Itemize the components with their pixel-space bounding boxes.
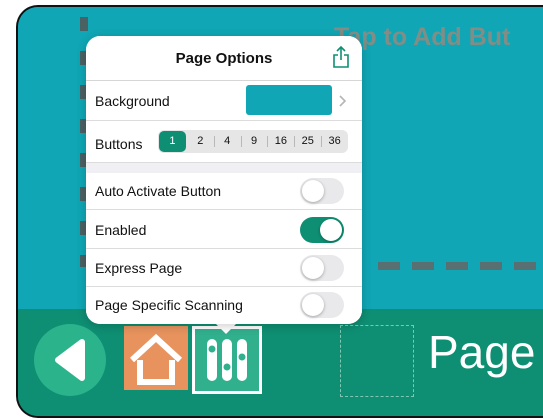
auto-activate-toggle[interactable] [300, 178, 344, 204]
page-options-button[interactable] [192, 326, 262, 394]
background-row[interactable]: Background [86, 81, 362, 121]
toggle-knob [302, 257, 324, 279]
page-options-popover: Page Options Background Buttons 1 2 4 9 … [86, 36, 362, 324]
segment-36[interactable]: 36 [321, 130, 348, 153]
toggle-knob [320, 219, 342, 241]
chevron-right-icon [339, 95, 347, 107]
bottom-toolbar: Page [18, 309, 543, 416]
enabled-label: Enabled [95, 222, 147, 238]
popover-header: Page Options [86, 36, 362, 81]
segment-25[interactable]: 25 [294, 130, 321, 153]
segment-4[interactable]: 4 [213, 130, 241, 153]
toggle-knob [302, 294, 324, 316]
home-icon [129, 333, 183, 385]
popover-title: Page Options [175, 50, 273, 67]
page-specific-scanning-row: Page Specific Scanning [86, 287, 362, 324]
empty-button-slot[interactable] [340, 325, 414, 397]
home-button[interactable] [124, 326, 188, 390]
enabled-toggle[interactable] [300, 217, 344, 243]
auto-activate-row: Auto Activate Button [86, 173, 362, 210]
segment-1[interactable]: 1 [159, 131, 186, 152]
page-name-label: Page [428, 326, 536, 378]
share-icon[interactable] [332, 45, 350, 69]
buttons-row: Buttons 1 2 4 9 16 25 36 [86, 121, 362, 163]
segment-16[interactable]: 16 [267, 130, 294, 153]
buttons-label: Buttons [95, 136, 143, 152]
page-specific-scanning-toggle[interactable] [300, 292, 344, 318]
background-color-swatch[interactable] [246, 85, 332, 115]
buttons-count-segmented-control[interactable]: 1 2 4 9 16 25 36 [158, 130, 348, 153]
segment-9[interactable]: 9 [240, 130, 268, 153]
express-page-row: Express Page [86, 249, 362, 287]
back-arrow-icon [55, 339, 85, 381]
back-button[interactable] [34, 324, 106, 396]
dashed-guide-horizontal [378, 262, 543, 270]
sliders-icon [207, 339, 247, 381]
express-page-toggle[interactable] [300, 255, 344, 281]
auto-activate-label: Auto Activate Button [95, 183, 222, 199]
express-page-label: Express Page [95, 260, 183, 276]
segment-2[interactable]: 2 [187, 130, 214, 153]
enabled-row: Enabled [86, 210, 362, 249]
page-specific-scanning-label: Page Specific Scanning [95, 297, 243, 313]
section-separator [86, 163, 362, 173]
background-label: Background [95, 93, 170, 109]
toggle-knob [302, 180, 324, 202]
